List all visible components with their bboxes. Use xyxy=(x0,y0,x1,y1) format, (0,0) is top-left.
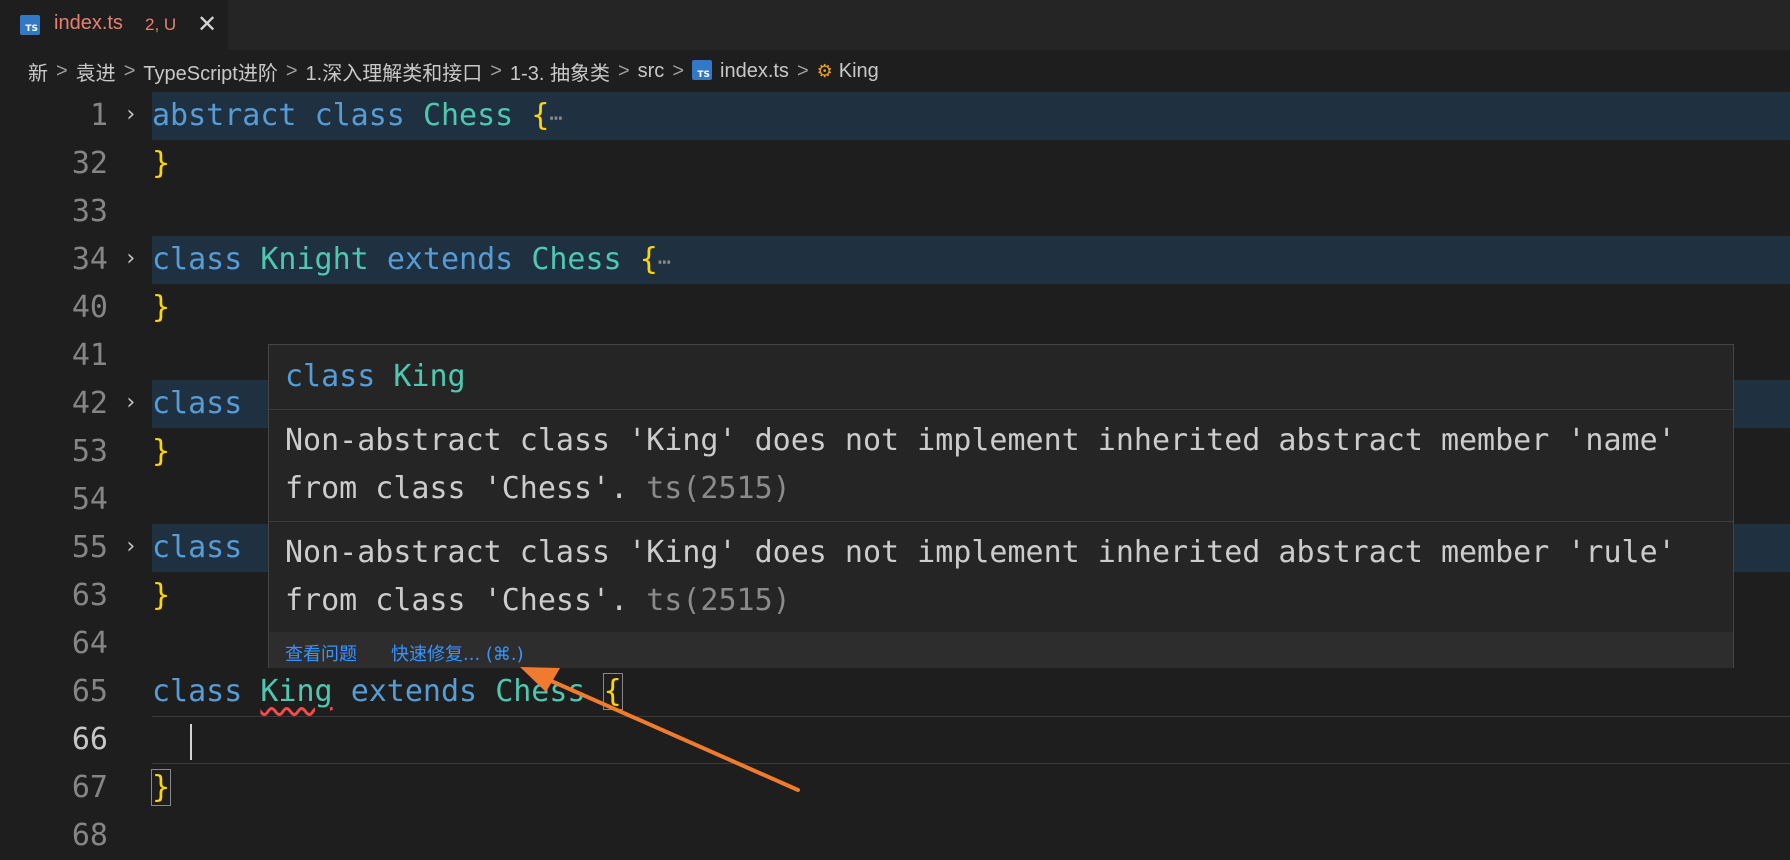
diagnostic-code: ts(2515) xyxy=(646,471,791,506)
code-text: class xyxy=(152,530,243,565)
fold-chevron-icon[interactable]: › xyxy=(124,102,137,127)
line-number: 41 xyxy=(71,338,108,373)
breadcrumb-item[interactable]: src xyxy=(638,60,665,83)
code-line[interactable]: 68 xyxy=(0,812,1790,860)
typescript-file-icon: TS xyxy=(20,15,40,35)
code-text: class Knight extends Chess {⋯ xyxy=(152,242,671,277)
breadcrumb-item-file[interactable]: index.ts xyxy=(720,60,789,83)
breadcrumb-item[interactable]: 新 xyxy=(28,57,48,86)
line-number: 32 xyxy=(71,146,108,181)
diagnostic-message: Non-abstract class 'King' does not imple… xyxy=(285,423,1676,506)
line-number: 67 xyxy=(71,770,108,805)
diagnostic-message: Non-abstract class 'King' does not imple… xyxy=(285,535,1676,618)
breadcrumb-item[interactable]: TypeScript进阶 xyxy=(143,57,277,86)
code-text: } xyxy=(152,290,171,325)
code-text: } xyxy=(150,769,172,806)
tab-bar: TS index.ts 2, U ✕ xyxy=(0,0,1790,50)
line-number: 68 xyxy=(71,818,108,853)
breadcrumb-item[interactable]: 1.深入理解类和接口 xyxy=(306,57,483,86)
line-number: 34 xyxy=(71,242,108,277)
folded-ellipsis: ⋯ xyxy=(549,106,563,131)
tab-badge: 2, U xyxy=(145,15,177,34)
code-line[interactable]: 1 › abstract class Chess {⋯ xyxy=(0,92,1790,140)
quick-fix-link[interactable]: 快速修复... (⌘.) xyxy=(391,640,524,666)
tab-filename: index.ts xyxy=(54,12,123,34)
class-symbol-icon: ⚙ xyxy=(816,60,833,81)
text-cursor xyxy=(190,724,192,760)
divider xyxy=(269,521,1733,522)
code-line[interactable]: 65 class King extends Chess { xyxy=(0,668,1790,716)
line-number: 1 xyxy=(89,98,108,133)
typescript-file-icon xyxy=(692,60,712,80)
line-number: 64 xyxy=(71,626,108,661)
divider xyxy=(269,409,1733,410)
tab-index-ts[interactable]: TS index.ts 2, U ✕ xyxy=(0,0,228,50)
code-line[interactable]: 67 } xyxy=(0,764,1790,812)
fold-chevron-icon[interactable]: › xyxy=(124,246,137,271)
hover-signature: class King xyxy=(285,359,466,394)
breadcrumb: 新 > 袁进 > TypeScript进阶 > 1.深入理解类和接口 > 1-3… xyxy=(0,50,1790,92)
code-line-active[interactable]: 66 xyxy=(0,716,1790,764)
code-text: class King extends Chess { xyxy=(152,673,623,710)
error-squiggle: King xyxy=(260,674,333,709)
code-text: class xyxy=(152,386,243,421)
current-line-highlight xyxy=(152,716,1790,764)
code-text: abstract class Chess {⋯ xyxy=(152,98,563,133)
line-number: 42 xyxy=(71,386,108,421)
line-number: 55 xyxy=(71,530,108,565)
folded-ellipsis: ⋯ xyxy=(657,250,671,275)
line-number: 63 xyxy=(71,578,108,613)
breadcrumb-item[interactable]: 1-3. 抽象类 xyxy=(510,57,610,86)
line-number: 33 xyxy=(71,194,108,229)
line-number: 65 xyxy=(71,674,108,709)
close-icon[interactable]: ✕ xyxy=(197,10,217,39)
hover-actions-bar: 查看问题 快速修复... (⌘.) xyxy=(269,632,1733,668)
matched-brace: } xyxy=(150,769,172,806)
fold-chevron-icon[interactable]: › xyxy=(124,390,137,415)
matched-brace: { xyxy=(602,673,623,710)
line-number: 40 xyxy=(71,290,108,325)
fold-chevron-icon[interactable]: › xyxy=(124,534,137,559)
code-line[interactable]: 34 › class Knight extends Chess {⋯ xyxy=(0,236,1790,284)
code-line[interactable]: 33 xyxy=(0,188,1790,236)
code-text: } xyxy=(152,434,171,469)
breadcrumb-separator: > xyxy=(56,59,68,82)
code-text: } xyxy=(152,146,171,181)
diagnostic-code: ts(2515) xyxy=(646,583,791,618)
hover-tooltip: class King Non-abstract class 'King' doe… xyxy=(268,344,1734,668)
code-line[interactable]: 40 } xyxy=(0,284,1790,332)
breadcrumb-separator: > xyxy=(285,59,298,82)
breadcrumb-separator: > xyxy=(123,59,136,82)
breadcrumb-item[interactable]: 袁进 xyxy=(76,57,116,86)
breadcrumb-item-symbol[interactable]: King xyxy=(839,60,879,83)
breadcrumb-separator: > xyxy=(617,59,630,82)
code-line[interactable]: 32 } xyxy=(0,140,1790,188)
code-text: } xyxy=(152,578,171,613)
line-number: 53 xyxy=(71,434,108,469)
breadcrumb-separator: > xyxy=(796,59,809,82)
line-number: 66 xyxy=(71,722,108,757)
breadcrumb-separator: > xyxy=(672,59,684,82)
line-number: 54 xyxy=(71,482,108,517)
breadcrumb-separator: > xyxy=(490,59,502,82)
view-problem-link[interactable]: 查看问题 xyxy=(285,640,357,666)
